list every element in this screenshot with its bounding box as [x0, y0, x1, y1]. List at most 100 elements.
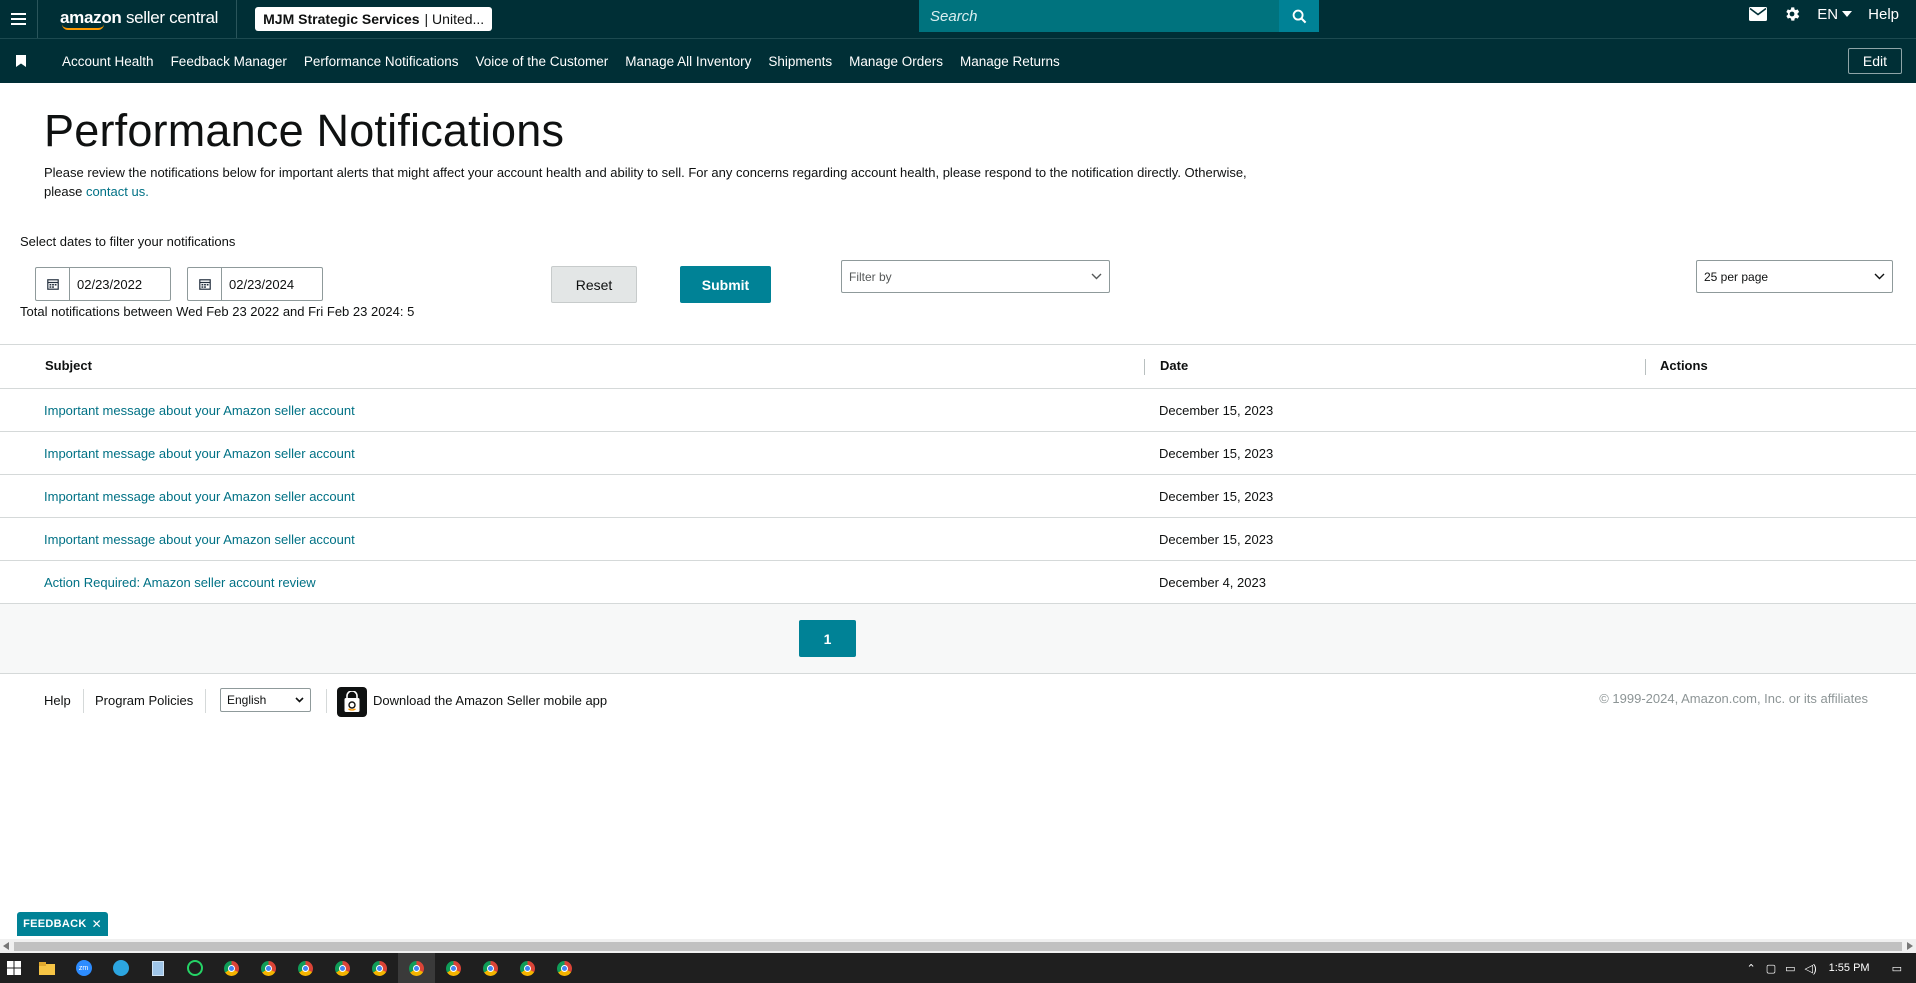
- page-1-button[interactable]: 1: [799, 620, 856, 657]
- notepad-icon[interactable]: [139, 953, 176, 983]
- pagination: 1: [0, 604, 1916, 674]
- bookmark-icon[interactable]: [14, 55, 28, 67]
- chrome-icon[interactable]: [509, 953, 546, 983]
- chrome-icon[interactable]: [546, 953, 583, 983]
- zoom-app-icon[interactable]: zm: [65, 953, 102, 983]
- notification-date: December 15, 2023: [1159, 532, 1274, 547]
- reset-button[interactable]: Reset: [551, 266, 637, 303]
- footer-language-select[interactable]: English: [220, 688, 311, 712]
- notification-date: December 15, 2023: [1159, 489, 1274, 504]
- page-title: Performance Notifications: [44, 105, 565, 156]
- footer-divider: [83, 689, 84, 713]
- nav-manage-inventory[interactable]: Manage All Inventory: [625, 54, 751, 69]
- page-intro: Please review the notifications below fo…: [44, 164, 1284, 201]
- notification-subject-link[interactable]: Important message about your Amazon sell…: [44, 403, 355, 418]
- notification-date: December 4, 2023: [1159, 575, 1266, 590]
- submit-button[interactable]: Submit: [680, 266, 771, 303]
- horizontal-scrollbar[interactable]: [0, 939, 1916, 953]
- edit-nav-button[interactable]: Edit: [1847, 48, 1902, 74]
- table-row: Important message about your Amazon sell…: [0, 432, 1916, 475]
- chrome-icon[interactable]: [324, 953, 361, 983]
- nav-shipments[interactable]: Shipments: [768, 54, 832, 69]
- notification-subject-link[interactable]: Action Required: Amazon seller account r…: [44, 575, 316, 590]
- scrollbar-thumb[interactable]: [14, 942, 1902, 951]
- table-row: Important message about your Amazon sell…: [0, 389, 1916, 432]
- per-page-label: 25 per page: [1704, 269, 1769, 284]
- chrome-icon[interactable]: [472, 953, 509, 983]
- total-notifications: Total notifications between Wed Feb 23 2…: [20, 304, 415, 319]
- chrome-icon[interactable]: [213, 953, 250, 983]
- column-subject[interactable]: Subject: [45, 358, 92, 373]
- feedback-button[interactable]: FEEDBACK ✕: [17, 912, 108, 936]
- chrome-icon[interactable]: [287, 953, 324, 983]
- chrome-icon[interactable]: [250, 953, 287, 983]
- tray-network-icon[interactable]: ▭: [1785, 962, 1795, 975]
- calendar-icon[interactable]: [188, 268, 222, 300]
- end-date-value[interactable]: 02/23/2024: [222, 268, 322, 300]
- language-label: EN: [1817, 5, 1839, 23]
- telegram-icon[interactable]: [102, 953, 139, 983]
- taskbar-clock[interactable]: 1:55 PM: [1829, 962, 1870, 974]
- tray-volume-icon[interactable]: ◁): [1805, 962, 1817, 975]
- chrome-icon[interactable]: [398, 953, 435, 983]
- end-date-field[interactable]: 02/23/2024: [187, 267, 323, 301]
- tray-chevron-up-icon[interactable]: ⌃: [1746, 962, 1755, 975]
- notifications-table: Subject Date Actions Important message a…: [0, 344, 1916, 604]
- logo-product: seller central: [125, 8, 219, 27]
- footer-divider: [205, 689, 206, 713]
- help-link[interactable]: Help: [1868, 6, 1899, 23]
- nav-manage-orders[interactable]: Manage Orders: [849, 54, 943, 69]
- chrome-icon[interactable]: [361, 953, 398, 983]
- gear-icon: [1786, 7, 1800, 21]
- mail-icon: [1749, 7, 1768, 21]
- search-icon: [1292, 9, 1306, 23]
- column-date[interactable]: Date: [1160, 358, 1188, 373]
- account-name: MJM Strategic Services: [263, 11, 420, 27]
- chevron-down-icon: [295, 697, 304, 703]
- whatsapp-icon[interactable]: [176, 953, 213, 983]
- notification-subject-link[interactable]: Important message about your Amazon sell…: [44, 532, 355, 547]
- chrome-icon[interactable]: [435, 953, 472, 983]
- nav-manage-returns[interactable]: Manage Returns: [960, 54, 1060, 69]
- start-date-field[interactable]: 02/23/2022: [35, 267, 171, 301]
- menu-icon[interactable]: [0, 0, 38, 38]
- windows-taskbar: zm ⌃ ▢ ▭ ◁) 1:55 PM ▭: [0, 953, 1916, 983]
- calendar-icon[interactable]: [36, 268, 70, 300]
- intro-text: Please review the notifications below fo…: [44, 165, 1247, 199]
- nav-voice-of-customer[interactable]: Voice of the Customer: [475, 54, 608, 69]
- notification-subject-link[interactable]: Important message about your Amazon sell…: [44, 489, 355, 504]
- search-button[interactable]: [1279, 0, 1319, 32]
- footer-policies-link[interactable]: Program Policies: [95, 693, 193, 708]
- footer-help-link[interactable]: Help: [44, 693, 71, 708]
- start-date-value[interactable]: 02/23/2022: [70, 268, 170, 300]
- bookmark-nav: Account Health Feedback Manager Performa…: [0, 38, 1916, 83]
- file-explorer-icon[interactable]: [28, 953, 65, 983]
- scroll-left-icon[interactable]: [3, 942, 9, 950]
- messages-button[interactable]: [1749, 7, 1768, 21]
- caret-down-icon: [1842, 11, 1853, 17]
- language-selector[interactable]: EN: [1817, 5, 1853, 23]
- settings-button[interactable]: [1783, 5, 1801, 23]
- download-app-link[interactable]: Download the Amazon Seller mobile app: [373, 693, 607, 708]
- nav-feedback-manager[interactable]: Feedback Manager: [171, 54, 287, 69]
- account-switcher[interactable]: MJM Strategic Services | United...: [255, 7, 493, 31]
- contact-us-link[interactable]: contact us.: [86, 184, 149, 199]
- seller-central-logo[interactable]: amazon seller central: [60, 8, 218, 30]
- scroll-right-icon[interactable]: [1907, 942, 1913, 950]
- table-row: Action Required: Amazon seller account r…: [0, 561, 1916, 604]
- nav-account-health[interactable]: Account Health: [62, 54, 154, 69]
- nav-performance-notifications[interactable]: Performance Notifications: [304, 54, 459, 69]
- table-row: Important message about your Amazon sell…: [0, 475, 1916, 518]
- per-page-select[interactable]: 25 per page: [1696, 260, 1893, 293]
- search-bar: [919, 0, 1319, 32]
- filter-by-select[interactable]: Filter by: [841, 260, 1110, 293]
- notification-subject-link[interactable]: Important message about your Amazon sell…: [44, 446, 355, 461]
- search-input[interactable]: [919, 0, 1279, 32]
- notifications-icon[interactable]: ▭: [1892, 962, 1902, 975]
- tray-device-icon[interactable]: ▢: [1766, 962, 1776, 975]
- footer-divider: [326, 689, 327, 713]
- chevron-down-icon: [1091, 273, 1102, 280]
- close-icon[interactable]: ✕: [92, 917, 102, 931]
- seller-app-icon[interactable]: [337, 687, 367, 717]
- windows-start-icon[interactable]: [0, 953, 28, 983]
